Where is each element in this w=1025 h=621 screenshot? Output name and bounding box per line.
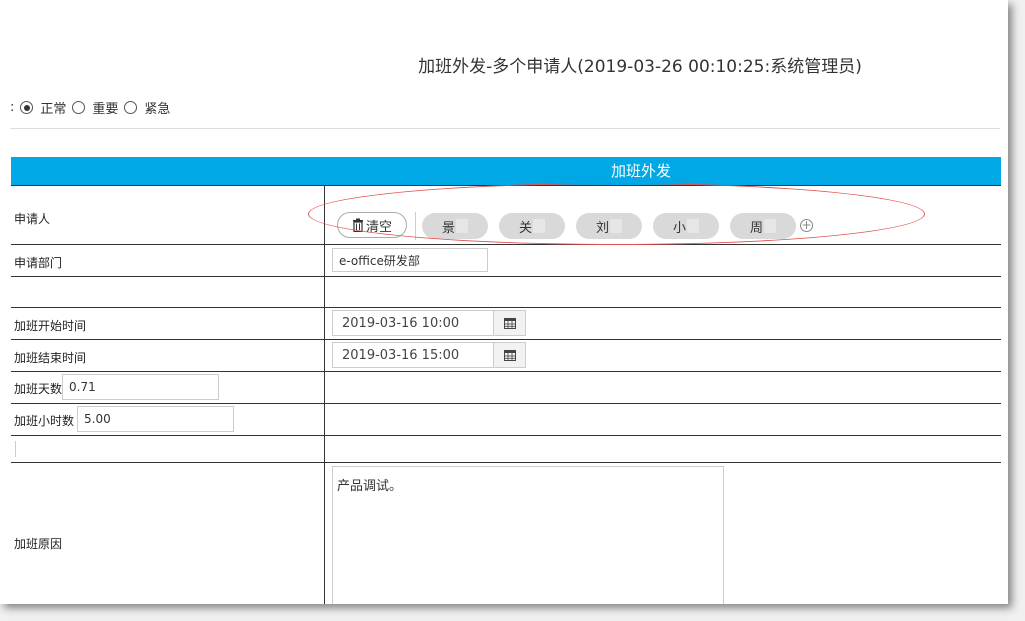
start-time-input[interactable]: 2019-03-16 10:00 [332, 310, 494, 336]
applicant-chip[interactable]: 周 [730, 213, 796, 239]
applicant-chip[interactable]: 刘 [576, 213, 642, 239]
priority-urgent-label: 紧急 [144, 102, 171, 117]
priority-prefix: : [10, 100, 15, 115]
department-label: 申请部门 [14, 256, 63, 270]
days-input[interactable]: 0.71 [62, 374, 219, 400]
department-row: 申请部门 e-office研发部 [11, 245, 1001, 277]
reason-row: 加班原因 产品调试。 [11, 463, 1001, 604]
form-header: 加班外发 [11, 157, 1001, 185]
empty-row [11, 277, 1001, 308]
reason-textarea[interactable]: 产品调试。 [332, 466, 724, 604]
department-input[interactable]: e-office研发部 [332, 248, 488, 272]
applicant-chip[interactable]: 关 [499, 213, 565, 239]
clear-label: 清空 [365, 219, 392, 235]
empty-row [11, 436, 1001, 463]
cursor-mark [15, 441, 16, 457]
end-time-row: 加班结束时间 2019-03-16 15:00 [11, 340, 1001, 372]
hours-row: 加班小时数 5.00 [11, 404, 1001, 436]
applicant-row: 申请人 清空 景 关 刘 小 周 + [11, 185, 1001, 245]
calendar-icon [503, 350, 516, 361]
priority-normal-label: 正常 [40, 102, 67, 117]
priority-urgent-radio[interactable] [124, 101, 138, 114]
divider [10, 128, 1000, 129]
end-time-label: 加班结束时间 [14, 351, 87, 365]
reason-label: 加班原因 [14, 537, 63, 551]
priority-important-radio[interactable] [72, 101, 86, 114]
hours-input[interactable]: 5.00 [77, 406, 234, 432]
priority-selector: : 正常 重要 紧急 [10, 98, 170, 117]
applicant-chip[interactable]: 景 [422, 213, 488, 239]
hours-label: 加班小时数 [14, 414, 75, 428]
priority-normal-radio[interactable] [20, 101, 34, 114]
clear-applicants-button[interactable]: 清空 [337, 212, 407, 238]
page-title: 加班外发-多个申请人(2019-03-26 00:10:25:系统管理员) [418, 57, 862, 77]
days-label: 加班天数 [14, 382, 63, 396]
end-time-calendar-button[interactable] [493, 342, 526, 368]
overtime-form: 加班外发 申请人 清空 景 关 刘 小 周 + 申请部门 e-office研发部… [11, 157, 1001, 604]
trash-icon [352, 218, 363, 232]
priority-important-label: 重要 [92, 102, 119, 117]
end-time-input[interactable]: 2019-03-16 15:00 [332, 342, 494, 368]
chip-separator [415, 212, 416, 240]
start-time-label: 加班开始时间 [14, 319, 87, 333]
applicant-chip[interactable]: 小 [653, 213, 719, 239]
start-time-row: 加班开始时间 2019-03-16 10:00 [11, 308, 1001, 340]
calendar-icon [503, 318, 516, 329]
applicant-label: 申请人 [14, 212, 51, 226]
start-time-calendar-button[interactable] [493, 310, 526, 336]
days-row: 加班天数 0.71 [11, 372, 1001, 404]
form-window: 加班外发-多个申请人(2019-03-26 00:10:25:系统管理员) : … [0, 0, 1008, 604]
add-applicant-icon[interactable]: + [800, 219, 813, 232]
